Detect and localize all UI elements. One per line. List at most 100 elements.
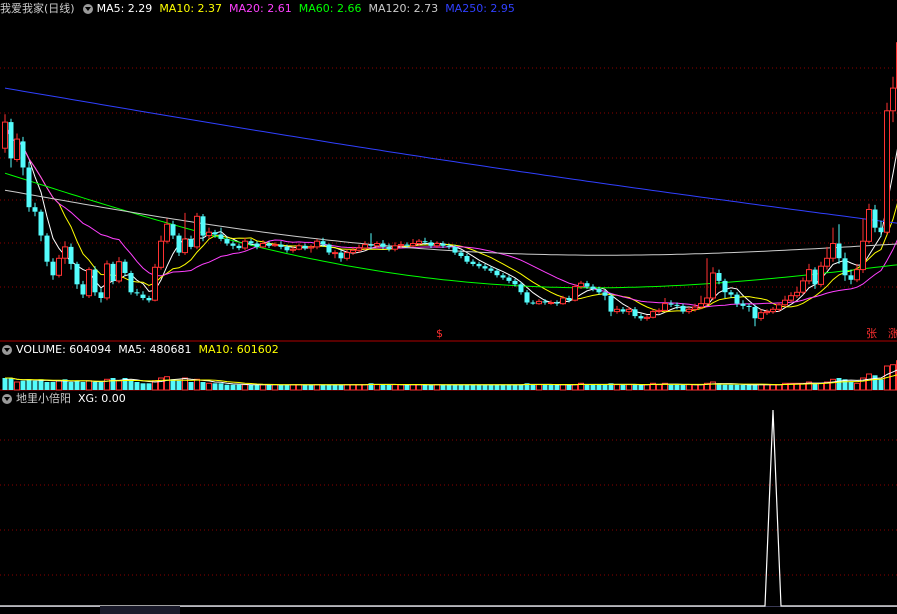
candle-body-up [644,316,650,319]
candle-body-down [50,261,56,276]
candle-body-up [866,209,872,242]
candle-body-down [554,302,560,304]
volume-bar-down [20,380,26,390]
candle-body-down [878,227,884,233]
volume-bar-down [548,384,554,390]
xg-signal-line [0,409,897,607]
candle-body-down [140,294,146,298]
candle-body-up [242,240,248,249]
volume-bar-up [374,384,380,391]
candle-body-up [548,302,554,304]
volume-bar-down [302,384,308,390]
candle-body-up [392,245,398,250]
volume-bar-up [260,384,266,391]
volume-bar-up [572,384,578,391]
volume-ma10-value: MA10: 601602 [198,343,279,356]
volume-bar-down [338,384,344,390]
volume-bar-down [584,384,590,390]
volume-bar-up [206,382,212,391]
candle-body-up [314,240,320,248]
dropdown-circle-icon[interactable] [2,394,12,404]
chart-title: 我爱我家(日线) [0,2,75,15]
ma60-line [4,172,897,289]
volume-bar-down [746,384,752,390]
volume-bar-up [866,373,872,391]
candle-body-down [236,245,242,249]
volume-bar-down [332,384,338,390]
candle-body-down [632,309,638,317]
volume-bar-down [236,384,242,390]
candle-body-up [698,303,704,308]
candle-body-down [494,270,500,276]
volume-bar-down [320,384,326,390]
candle-body-up [194,215,200,248]
volume-bar-down [554,384,560,390]
candle-body-down [68,246,74,264]
candle-body-up [686,308,692,313]
volume-bar-down [230,384,236,390]
volume-bar-down [212,383,218,390]
candle-body-down [134,292,140,294]
candle-body-down [404,244,410,246]
candle-body-down [500,275,506,278]
volume-bar-down [752,384,758,390]
candle-body-down [872,209,878,228]
candle-body-down [128,273,134,293]
candle-body-down [98,292,104,298]
candle-body-down [506,277,512,281]
candle-body-down [734,294,740,304]
candle-body-up [824,257,830,267]
volume-bar-down [170,379,176,390]
candle-body-down [212,232,218,235]
volume-bar-down [680,384,686,390]
ma250-line [4,87,897,224]
candle-body-up [662,303,668,311]
candle-body-up [710,272,716,299]
volume-bar-down [620,384,626,390]
volume-bar-up [692,384,698,391]
volume-bar-down [278,384,284,390]
xg-spike-line [0,409,897,607]
dropdown-circle-icon[interactable] [82,4,93,14]
volume-bar-down [602,384,608,390]
volume-bar-up [758,384,764,391]
candle-body-down [386,246,392,250]
candle-body-down [368,244,374,246]
volume-bar-up [536,384,542,391]
volume-bar-down [500,384,506,390]
volume-bar-down [632,384,638,390]
candle-body-up [818,265,824,285]
volume-bar-up [710,381,716,391]
candle-body-down [20,141,26,168]
volume-bar-down [68,382,74,390]
ma60-value: MA60: 2.66 [298,2,362,15]
volume-bar-down [44,382,50,390]
candle-body-down [338,252,344,259]
volume-bar-down [422,384,428,390]
volume-bar-up [86,380,92,391]
indicator-legend: 地里小倍阳 XG: 0.00 [0,391,133,407]
volume-bar-down [734,384,740,390]
candle-body-down [728,292,734,295]
volume-bar-up [350,384,356,391]
volume-bar-up [560,384,566,391]
volume-bar-down [458,384,464,390]
candle-body-up [758,312,764,319]
candle-body-down [440,243,446,246]
volume-ma5-value: MA5: 480681 [118,343,192,356]
candle-body-down [200,216,206,236]
kline-chart-canvas[interactable] [0,0,897,614]
volume-bar-down [98,382,104,390]
volume-bar-up [392,384,398,391]
candle-body-up [104,263,110,299]
candle-body-up [14,138,20,161]
dropdown-circle-icon[interactable] [2,345,12,355]
candle-body-up [578,282,584,288]
candle-body-down [26,167,32,208]
candle-body-up [764,311,770,314]
candle-body-up [362,244,368,249]
volume-bar-up [890,364,896,391]
volume-bar-down [188,382,194,390]
volume-bar-down [74,380,80,390]
scroll-thumb[interactable] [100,606,180,614]
